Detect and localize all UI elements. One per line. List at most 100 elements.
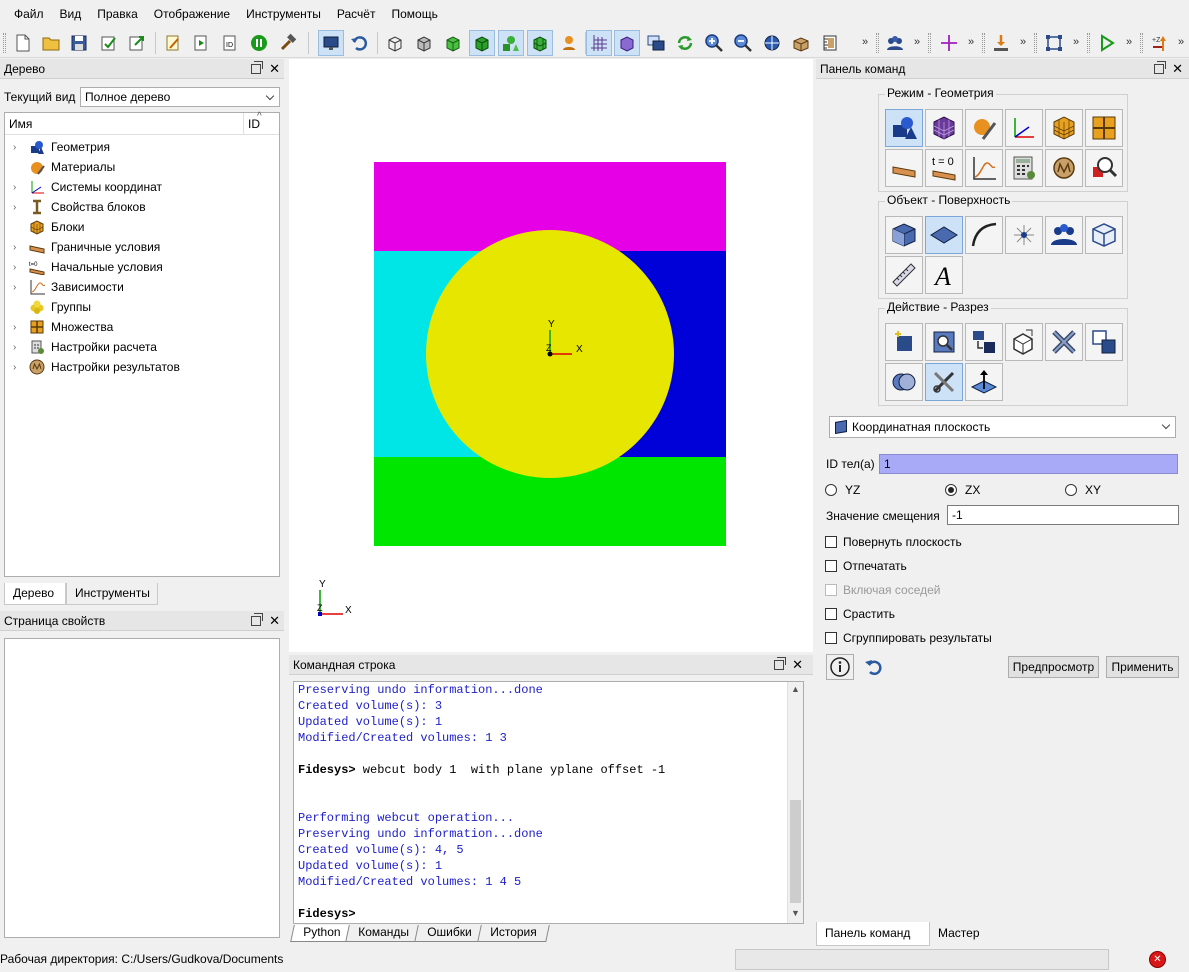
- globe-icon[interactable]: [759, 30, 785, 56]
- column-name-header[interactable]: Имя: [9, 117, 32, 131]
- imprint-box[interactable]: [825, 560, 837, 572]
- surface-object-button[interactable]: [925, 216, 963, 254]
- purple-cube-icon[interactable]: [614, 30, 640, 56]
- toolbar-grip[interactable]: [982, 33, 985, 53]
- coordinate-mode-button[interactable]: [1005, 109, 1043, 147]
- tree-item[interactable]: › Множества: [5, 317, 275, 337]
- toolbar-grip[interactable]: [1087, 33, 1090, 53]
- float-icon[interactable]: [1154, 61, 1167, 74]
- tree-item[interactable]: › Граничные условия: [5, 237, 275, 257]
- copy-action-button[interactable]: [1005, 323, 1043, 361]
- person-icon[interactable]: [556, 30, 582, 56]
- new-file-icon[interactable]: [10, 30, 36, 56]
- tree-item[interactable]: Материалы: [5, 157, 275, 177]
- scroll-up-icon[interactable]: ▲: [791, 684, 800, 694]
- expand-arrow-icon[interactable]: ›: [13, 282, 23, 293]
- hammer-icon[interactable]: [275, 30, 301, 56]
- toolbar-overflow-icon[interactable]: »: [968, 36, 974, 48]
- offset-input[interactable]: -1: [947, 505, 1179, 525]
- undo-icon[interactable]: [346, 30, 372, 56]
- materials-mode-button[interactable]: [965, 109, 1003, 147]
- plane-action-button[interactable]: [965, 363, 1003, 401]
- rotate-plane-box[interactable]: [825, 536, 837, 548]
- menu-edit[interactable]: Правка: [89, 0, 146, 28]
- body-object-button[interactable]: [1085, 216, 1123, 254]
- scrollbar-thumb[interactable]: [790, 800, 801, 903]
- play-icon[interactable]: [1094, 30, 1120, 56]
- dependency-mode-button[interactable]: [965, 149, 1003, 187]
- windows-icon[interactable]: [643, 30, 669, 56]
- tab-history[interactable]: История: [476, 925, 550, 942]
- toolbar-overflow-icon[interactable]: »: [1178, 36, 1184, 48]
- toolbar-overflow-icon[interactable]: »: [1020, 36, 1026, 48]
- tab-python[interactable]: Python: [290, 925, 354, 942]
- toolbar-grip[interactable]: [3, 33, 6, 53]
- close-icon[interactable]: ✕: [269, 611, 280, 631]
- volume-object-button[interactable]: [885, 216, 923, 254]
- shaded-cube-icon[interactable]: [440, 30, 466, 56]
- id-icon[interactable]: ID: [217, 30, 243, 56]
- tree-item[interactable]: Группы: [5, 297, 275, 317]
- split-action-button[interactable]: [1085, 323, 1123, 361]
- group-object-button[interactable]: [1045, 216, 1083, 254]
- radio-xy-circle[interactable]: [1065, 484, 1077, 496]
- toolbar-grip[interactable]: [876, 33, 879, 53]
- menu-display[interactable]: Отображение: [146, 0, 238, 28]
- box-icon[interactable]: [788, 30, 814, 56]
- radio-zx-circle[interactable]: [945, 484, 957, 496]
- blocks-mode-button[interactable]: [1045, 109, 1083, 147]
- command-console[interactable]: Preserving undo information...done Create…: [293, 681, 804, 924]
- create-action-button[interactable]: [885, 323, 923, 361]
- reset-button[interactable]: [863, 656, 887, 678]
- tree-item[interactable]: › Настройки результатов: [5, 357, 275, 377]
- group-icon[interactable]: [882, 30, 908, 56]
- close-icon[interactable]: ✕: [1172, 59, 1183, 79]
- open-folder-icon[interactable]: [38, 30, 64, 56]
- toolbar-grip[interactable]: [928, 33, 931, 53]
- toolbar-overflow-icon[interactable]: »: [862, 36, 868, 48]
- mesh-cube-icon[interactable]: [527, 30, 553, 56]
- green-shapes-icon[interactable]: [498, 30, 524, 56]
- screen-icon[interactable]: [318, 30, 344, 56]
- save-check-icon[interactable]: [96, 30, 122, 56]
- modify-action-button[interactable]: [925, 323, 963, 361]
- boolean-action-button[interactable]: [885, 363, 923, 401]
- tab-tree[interactable]: Дерево: [4, 583, 66, 605]
- tab-errors[interactable]: Ошибки: [414, 925, 485, 942]
- menu-view[interactable]: Вид: [52, 0, 90, 28]
- tree-item[interactable]: › Системы координат: [5, 177, 275, 197]
- group-results-checkbox[interactable]: Сгруппировать результаты: [825, 631, 992, 645]
- radio-yz-circle[interactable]: [825, 484, 837, 496]
- graphics-viewport[interactable]: X Y Z X Y Z: [289, 59, 813, 652]
- preview-button[interactable]: Предпросмотр: [1008, 656, 1099, 678]
- run-script-icon[interactable]: [188, 30, 214, 56]
- expand-arrow-icon[interactable]: ›: [13, 342, 23, 353]
- float-icon[interactable]: [251, 61, 264, 74]
- float-icon[interactable]: [774, 657, 787, 670]
- crosshair-icon[interactable]: [936, 30, 962, 56]
- tree-item[interactable]: Блоки: [5, 217, 275, 237]
- edit-script-icon[interactable]: [160, 30, 186, 56]
- ruler-icon[interactable]: [817, 30, 843, 56]
- info-button[interactable]: [826, 654, 854, 680]
- expand-arrow-icon[interactable]: ›: [13, 242, 23, 253]
- wireframe-cube-icon[interactable]: [382, 30, 408, 56]
- expand-arrow-icon[interactable]: ›: [13, 362, 23, 373]
- menu-help[interactable]: Помощь: [383, 0, 445, 28]
- initial-mode-button[interactable]: t = 0: [925, 149, 963, 187]
- error-indicator-icon[interactable]: ✕: [1149, 951, 1166, 968]
- geometry-mode-button[interactable]: [885, 109, 923, 147]
- toolbar-grip[interactable]: [1140, 33, 1143, 53]
- tree-item[interactable]: › Геометрия: [5, 137, 275, 157]
- hidden-line-cube-icon[interactable]: [411, 30, 437, 56]
- tree-item[interactable]: › t=0 Начальные условия: [5, 257, 275, 277]
- tab-tools[interactable]: Инструменты: [66, 583, 158, 605]
- tab-command-panel[interactable]: Панель команд: [816, 922, 930, 946]
- radio-yz[interactable]: YZ: [825, 483, 860, 497]
- merge-box[interactable]: [825, 608, 837, 620]
- console-scrollbar[interactable]: ▲ ▼: [787, 682, 803, 923]
- toolbar-overflow-icon[interactable]: »: [914, 36, 920, 48]
- tree-item[interactable]: › Настройки расчета: [5, 337, 275, 357]
- tree-item[interactable]: › Зависимости: [5, 277, 275, 297]
- toolbar-overflow-icon[interactable]: »: [1073, 36, 1079, 48]
